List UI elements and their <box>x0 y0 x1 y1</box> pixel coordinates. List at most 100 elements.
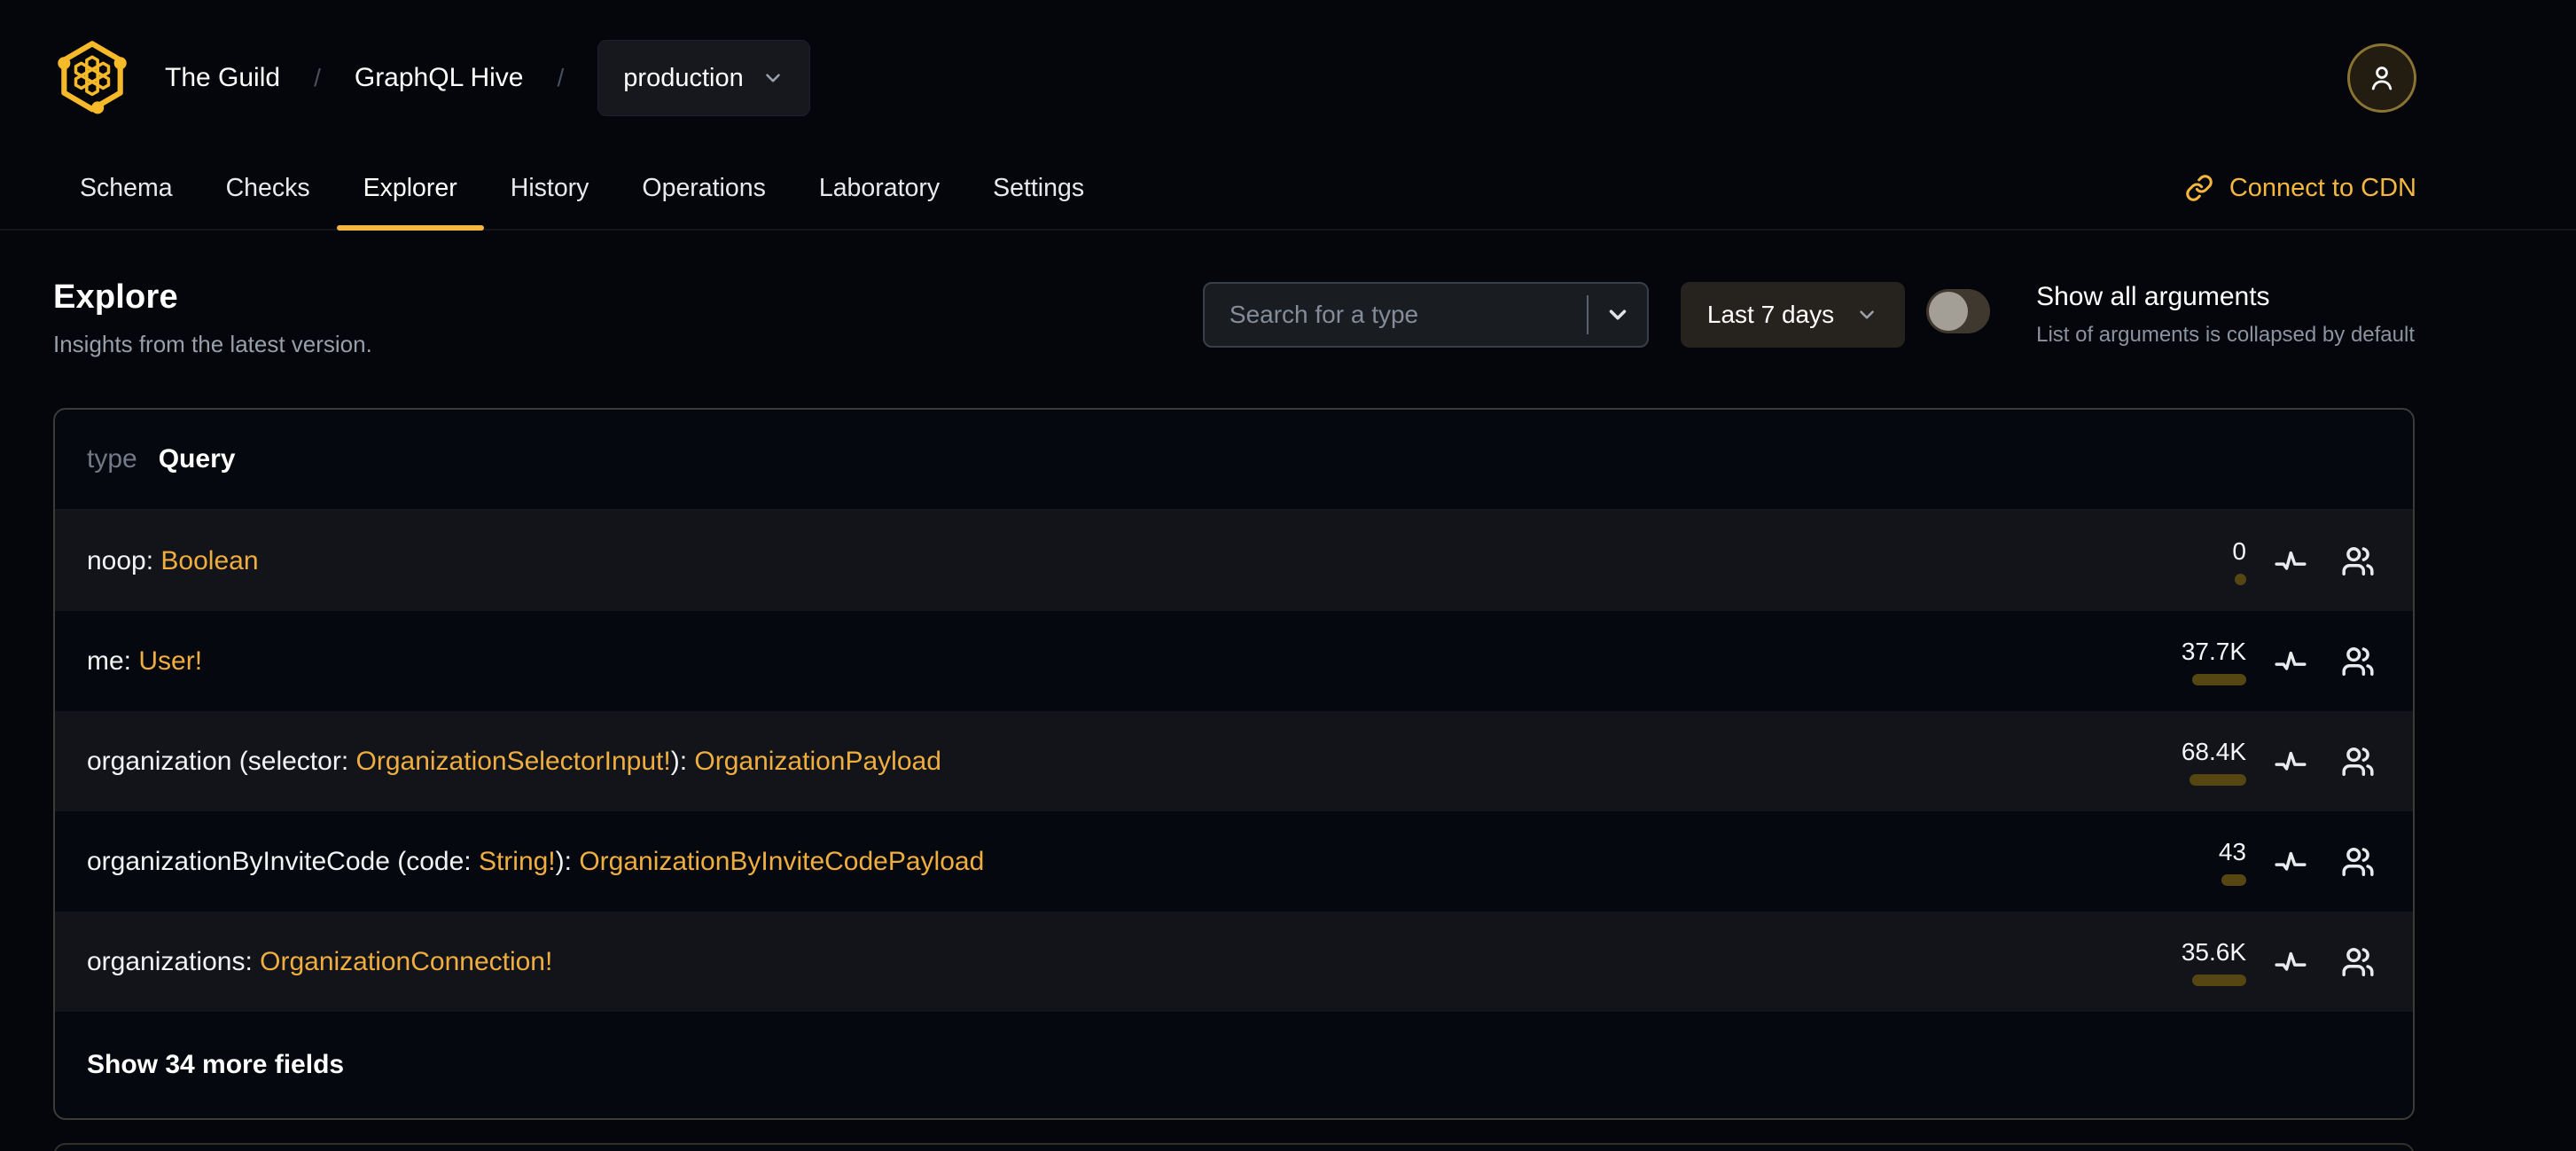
field-row[interactable]: organizations: OrganizationConnection! 3… <box>55 912 2413 1012</box>
users-icon <box>2342 646 2374 676</box>
tabs-list: Schema Checks Explorer History Operations Lab… <box>53 147 1111 231</box>
field-signature: me: User! <box>87 646 203 676</box>
tab-settings[interactable]: Settings <box>966 147 1111 229</box>
usage-stat: 0 <box>2147 537 2246 585</box>
type-search-combobox <box>1202 282 1649 348</box>
activity-button[interactable] <box>2268 839 2314 885</box>
app-window: The Guild / GraphQL Hive / production Sc… <box>0 0 2576 1151</box>
user-icon <box>2371 67 2393 90</box>
tab-explorer[interactable]: Explorer <box>336 147 484 231</box>
usage-stat: 43 <box>2147 838 2246 886</box>
toggle-description: List of arguments is collapsed by defaul… <box>2036 323 2415 347</box>
activity-pulse-icon <box>2275 751 2307 771</box>
breadcrumb: The Guild / GraphQL Hive / production <box>53 37 810 119</box>
usage-count: 35.6K <box>2181 937 2246 966</box>
users-icon <box>2342 947 2374 976</box>
field-signature: organizations: OrganizationConnection! <box>87 946 553 976</box>
usage-bar <box>2235 573 2246 585</box>
usage-stat: 68.4K <box>2147 738 2246 786</box>
usage-bar <box>2190 773 2246 786</box>
activity-button[interactable] <box>2268 939 2314 985</box>
usage-count: 37.7K <box>2181 637 2246 665</box>
clients-button[interactable] <box>2335 739 2381 785</box>
activity-pulse-icon <box>2275 651 2307 670</box>
period-select[interactable]: Last 7 days <box>1680 282 1906 348</box>
usage-bar <box>2192 673 2246 685</box>
activity-pulse-icon <box>2275 851 2307 871</box>
clients-button[interactable] <box>2335 839 2381 885</box>
activity-pulse-icon <box>2275 551 2307 570</box>
clients-button[interactable] <box>2335 538 2381 584</box>
combobox-open-button[interactable] <box>1589 284 1647 346</box>
type-search-input[interactable] <box>1204 284 1587 346</box>
tab-label: Laboratory <box>818 173 941 202</box>
usage-bar <box>2192 974 2246 986</box>
field-row[interactable]: noop: Boolean 0 <box>55 511 2413 611</box>
type-card-header: type Query <box>55 410 2413 511</box>
toggle-knob <box>1929 292 1969 331</box>
tab-schema[interactable]: Schema <box>53 147 199 229</box>
tab-label: Schema <box>80 173 173 202</box>
usage-stat: 37.7K <box>2147 638 2246 685</box>
tab-label: Operations <box>642 173 766 202</box>
tab-laboratory[interactable]: Laboratory <box>792 147 966 229</box>
field-stats: 43 <box>2147 838 2381 886</box>
breadcrumb-separator: / <box>557 64 565 91</box>
chevron-down-icon <box>1860 310 1874 319</box>
activity-pulse-icon <box>2275 951 2307 971</box>
tab-label: Settings <box>993 173 1085 202</box>
tab-checks[interactable]: Checks <box>199 147 337 229</box>
period-select-value: Last 7 days <box>1706 301 1835 328</box>
clients-button[interactable] <box>2335 638 2381 685</box>
field-signature: noop: Boolean <box>87 545 259 576</box>
chevron-down-icon <box>1609 309 1627 320</box>
show-all-arguments-toggle[interactable] <box>1926 289 1991 333</box>
page-title: Explore <box>53 278 178 316</box>
tab-label: Checks <box>225 173 310 202</box>
field-row[interactable]: organizationByInviteCode (code: String!)… <box>55 811 2413 912</box>
target-select-value: production <box>623 63 744 92</box>
activity-button[interactable] <box>2268 538 2314 584</box>
connect-to-cdn-link[interactable]: Connect to CDN <box>2185 147 2416 229</box>
page-head: Explore Insights from the latest version… <box>53 278 2415 358</box>
users-icon <box>2342 546 2374 576</box>
show-more-fields-button[interactable]: Show 34 more fields <box>55 1012 2413 1118</box>
field-stats: 68.4K <box>2147 738 2381 786</box>
breadcrumb-separator: / <box>314 64 321 91</box>
tab-operations[interactable]: Operations <box>615 147 792 229</box>
target-select[interactable]: production <box>597 40 810 116</box>
usage-bar <box>2221 873 2246 886</box>
type-card-query: type Query noop: Boolean 0 me: User! 37.… <box>53 408 2415 1120</box>
usage-count: 68.4K <box>2181 737 2246 765</box>
type-name: Query <box>158 444 236 474</box>
field-signature: organizationByInviteCode (code: String!)… <box>87 846 985 876</box>
field-signature: organization (selector: OrganizationSele… <box>87 746 941 776</box>
activity-button[interactable] <box>2268 739 2314 785</box>
breadcrumb-org[interactable]: The Guild <box>165 63 280 93</box>
field-row[interactable]: organization (selector: OrganizationSele… <box>55 711 2413 811</box>
clients-button[interactable] <box>2335 939 2381 985</box>
tab-history[interactable]: History <box>484 147 616 229</box>
usage-stat: 35.6K <box>2147 938 2246 986</box>
show-all-arguments-group: Show all arguments List of arguments is … <box>1926 282 2415 348</box>
field-stats: 35.6K <box>2147 938 2381 986</box>
usage-count: 43 <box>2218 837 2246 865</box>
app-header: The Guild / GraphQL Hive / production <box>0 0 2576 147</box>
field-stats: 0 <box>2147 537 2381 585</box>
explorer-controls: Last 7 days Show all arguments List of a… <box>1202 282 2415 348</box>
chevron-down-icon <box>765 74 780 82</box>
field-row[interactable]: me: User! 37.7K <box>55 611 2413 711</box>
tab-bar: Schema Checks Explorer History Operations Lab… <box>0 147 2576 231</box>
field-rows: noop: Boolean 0 me: User! 37.7K organiza… <box>55 511 2413 1012</box>
toggle-label: Show all arguments <box>2036 282 2270 311</box>
activity-button[interactable] <box>2268 638 2314 685</box>
main-content: Explore Insights from the latest version… <box>0 278 2576 1151</box>
page-head-text: Explore Insights from the latest version… <box>53 278 372 358</box>
tab-label: Explorer <box>363 173 457 202</box>
breadcrumb-project[interactable]: GraphQL Hive <box>355 63 524 93</box>
hive-honeycomb-logo <box>58 41 127 114</box>
toggle-text: Show all arguments List of arguments is … <box>2036 282 2415 348</box>
link-icon <box>2186 175 2213 201</box>
user-avatar[interactable] <box>2347 43 2416 113</box>
field-stats: 37.7K <box>2147 638 2381 685</box>
